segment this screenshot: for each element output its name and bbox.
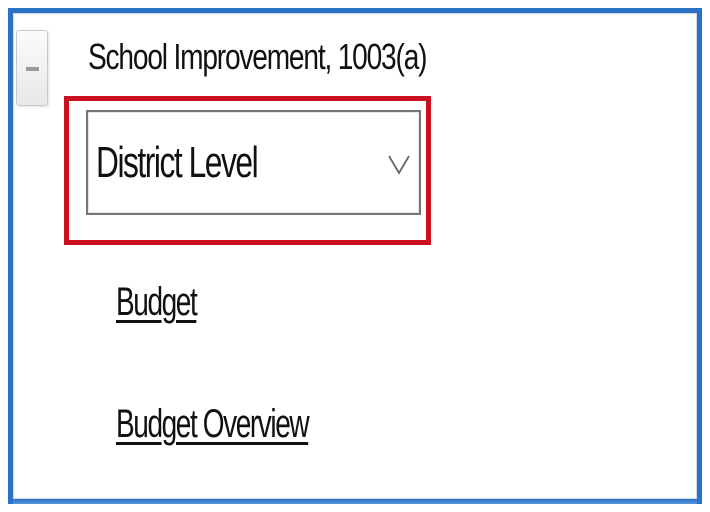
panel-bottom-edge [13,499,697,504]
minus-icon [26,67,39,71]
chevron-down-icon [388,155,410,175]
level-select[interactable]: District Level [86,110,421,215]
section-title: School Improvement, 1003(a) [88,36,427,77]
level-select-value: District Level [96,138,259,187]
budget-overview-link[interactable]: Budget Overview [116,402,310,447]
section-panel [8,8,702,504]
budget-link[interactable]: Budget [116,280,198,325]
collapse-button[interactable] [16,30,48,106]
